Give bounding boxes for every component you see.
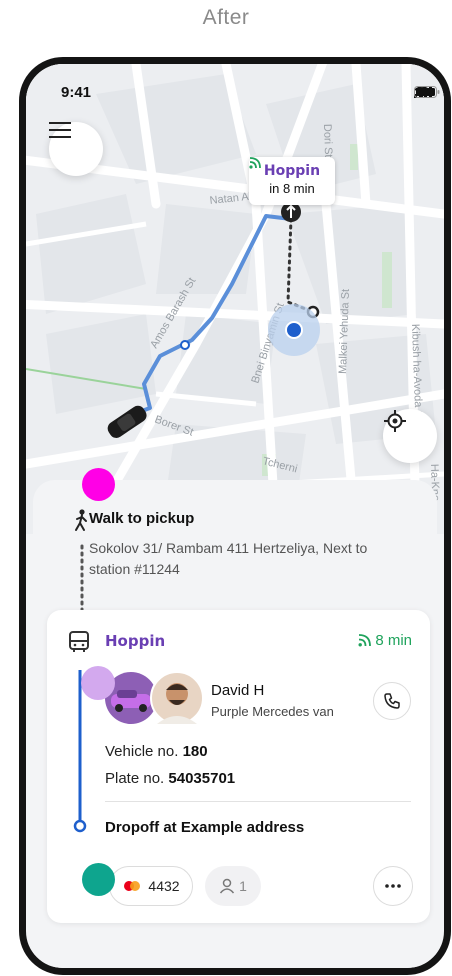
map-eta-brand: Hoppin [263,163,321,179]
phone-icon [384,693,400,709]
phone-frame: Dori St Natan Alterman St Amos Barash St… [19,57,451,975]
walk-title: Walk to pickup [89,510,195,527]
crosshair-icon [384,410,406,432]
ride-eta-text: 8 min [375,632,412,649]
ride-eta: 8 min [358,632,412,649]
passengers-button[interactable]: 1 [205,866,261,906]
map-eta-row: in 8 min [249,157,335,196]
driver-vehicle: Purple Mercedes van [211,704,334,719]
ride-brand: Hoppin [105,632,166,650]
card-last4: 4432 [148,878,180,894]
hamburger-icon [49,122,71,138]
bottom-sheet: Walk to pickup Sokolov 31/ Rambam 411 He… [33,480,437,968]
live-signal-icon [249,157,261,169]
vehicle-number-value: 180 [182,743,208,760]
battery-icon [414,86,440,98]
annotation-marker-magenta [82,468,115,501]
divider [105,801,411,802]
driver-photo-avatar [150,671,204,725]
screen: After Dori St Natan Amos Barash St Bnei … [0,0,452,976]
svg-text:Dori St: Dori St [321,124,334,158]
plate-number-row: Plate no. 54035701 [105,770,235,787]
plate-number-label: Plate no. [105,770,165,787]
locate-button[interactable] [383,409,437,463]
vehicle-number-row: Vehicle no. 180 [105,743,208,760]
map-eta-card[interactable]: Hoppin in 8 min [249,157,335,205]
call-driver-button[interactable] [373,682,411,720]
mastercard-icon [124,881,141,891]
more-options-button[interactable] [373,866,413,906]
person-icon [220,878,235,894]
map-view[interactable]: Dori St Natan Alterman St Amos Barash St… [26,64,444,534]
payment-method-button[interactable]: 4432 [109,866,193,906]
map-eta-text: in 8 min [269,181,315,196]
annotation-marker-lilac [81,666,115,700]
status-time: 9:41 [61,84,92,101]
walking-person-icon [75,509,87,531]
passenger-count: 1 [239,878,247,894]
menu-button[interactable] [49,122,103,176]
walk-address: Sokolov 31/ Rambam 411 Hertzeliya, Next … [89,540,368,577]
more-horizontal-icon [385,884,401,888]
annotation-marker-teal [82,863,115,896]
status-bar: 9:41 [26,84,444,108]
dropoff-label: Dropoff at Example address [105,819,305,836]
bus-icon [69,631,89,652]
driver-avatars [105,671,204,725]
plate-number-value: 54035701 [168,770,236,787]
live-signal-icon [358,634,372,647]
driver-name: David H [211,682,265,699]
vehicle-number-label: Vehicle no. [105,743,179,760]
caption-label: After [202,6,250,29]
